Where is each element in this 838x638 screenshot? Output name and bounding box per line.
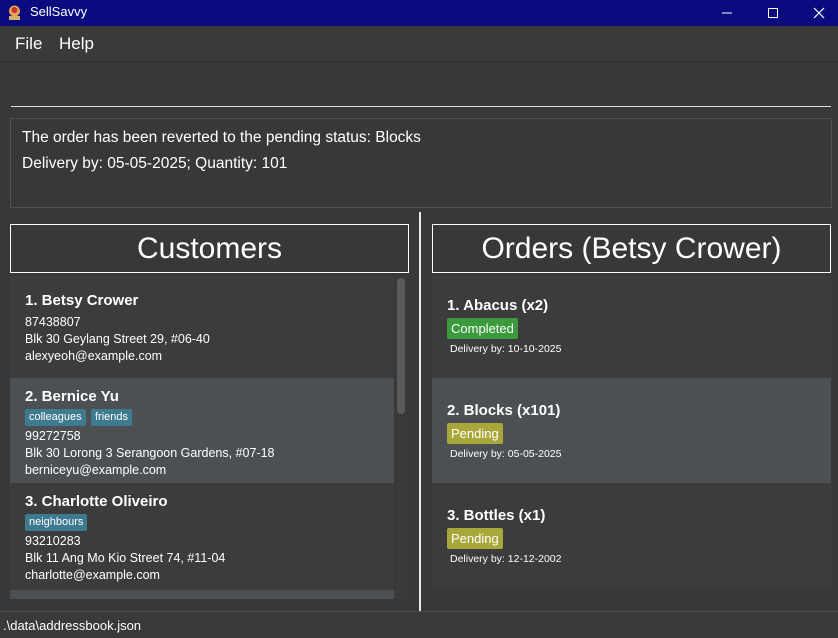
customer-name: 1. Betsy Crower [25, 292, 139, 309]
customer-address: Blk 30 Geylang Street 29, #06-40 [25, 332, 210, 346]
menu-help[interactable]: Help [59, 34, 94, 54]
customer-email: charlotte@example.com [25, 568, 160, 582]
result-line-2: Delivery by: 05-05-2025; Quantity: 101 [22, 155, 288, 172]
customer-name: 3. Charlotte Oliveiro [25, 493, 168, 510]
close-icon [813, 7, 825, 19]
order-delivery: Delivery by: 10-10-2025 [450, 343, 562, 355]
tag-row: neighbours [25, 514, 225, 531]
close-button[interactable] [796, 0, 838, 26]
status-bar: .\data\addressbook.json [0, 611, 838, 638]
customer-list[interactable]: 1. Betsy Crower 87438807 Blk 30 Geylang … [10, 276, 394, 599]
window-title: SellSavvy [30, 4, 88, 19]
status-badge: Pending [447, 528, 503, 549]
command-input[interactable] [11, 62, 831, 107]
order-delivery: Delivery by: 05-05-2025 [450, 448, 562, 460]
customer-email: alexyeoh@example.com [25, 349, 163, 363]
order-delivery: Delivery by: 12-12-2002 [450, 553, 562, 565]
menu-file[interactable]: File [15, 34, 42, 54]
customers-header: Customers [10, 224, 409, 273]
order-name: 2. Blocks (x101) [447, 402, 561, 419]
customer-card[interactable]: 3. Charlotte Oliveiro neighbours 9321028… [10, 483, 394, 590]
customer-phone: 93210283 [25, 534, 81, 548]
customer-email: berniceyu@example.com [25, 463, 167, 477]
customer-phone: 99272758 [25, 429, 81, 443]
minimize-icon [722, 12, 732, 14]
customer-address: Blk 30 Lorong 3 Serangoon Gardens, #07-1… [25, 446, 275, 460]
status-badge: Completed [447, 318, 518, 339]
order-card[interactable]: 1. Abacus (x2) Completed Delivery by: 10… [432, 276, 831, 381]
title-bar: SellSavvy [0, 0, 838, 26]
customer-card[interactable]: 2. Bernice Yu colleagues friends 9927275… [10, 378, 394, 483]
command-area [0, 62, 838, 114]
maximize-icon [768, 8, 778, 18]
result-line-1: The order has been reverted to the pendi… [22, 129, 421, 146]
customer-card[interactable]: 1. Betsy Crower 87438807 Blk 30 Geylang … [10, 276, 394, 381]
customer-name: 2. Bernice Yu [25, 388, 119, 405]
scrollbar-thumb[interactable] [397, 278, 405, 414]
minimize-button[interactable] [704, 0, 750, 26]
tag-badge: friends [91, 409, 133, 426]
tag-badge: neighbours [25, 514, 88, 531]
customer-address: Blk 11 Ang Mo Kio Street 74, #11-04 [25, 551, 226, 565]
orders-header: Orders (Betsy Crower) [432, 224, 831, 273]
customer-scrollbar[interactable] [396, 276, 406, 599]
order-card[interactable]: 2. Blocks (x101) Pending Delivery by: 05… [432, 378, 831, 483]
menu-bar: File Help [0, 26, 838, 62]
order-list[interactable]: 1. Abacus (x2) Completed Delivery by: 10… [432, 276, 831, 599]
storage-path: .\data\addressbook.json [3, 618, 142, 633]
result-display: The order has been reverted to the pendi… [10, 118, 832, 208]
order-card[interactable]: 3. Bottles (x1) Pending Delivery by: 12-… [432, 483, 831, 588]
order-name: 3. Bottles (x1) [447, 507, 546, 524]
customer-phone: 87438807 [25, 315, 81, 329]
tag-badge: colleagues [25, 409, 86, 426]
customer-card[interactable] [10, 590, 394, 599]
status-badge: Pending [447, 423, 503, 444]
app-icon [9, 5, 20, 20]
maximize-button[interactable] [750, 0, 796, 26]
tag-row: colleagues friends [25, 409, 225, 426]
order-name: 1. Abacus (x2) [447, 297, 549, 314]
